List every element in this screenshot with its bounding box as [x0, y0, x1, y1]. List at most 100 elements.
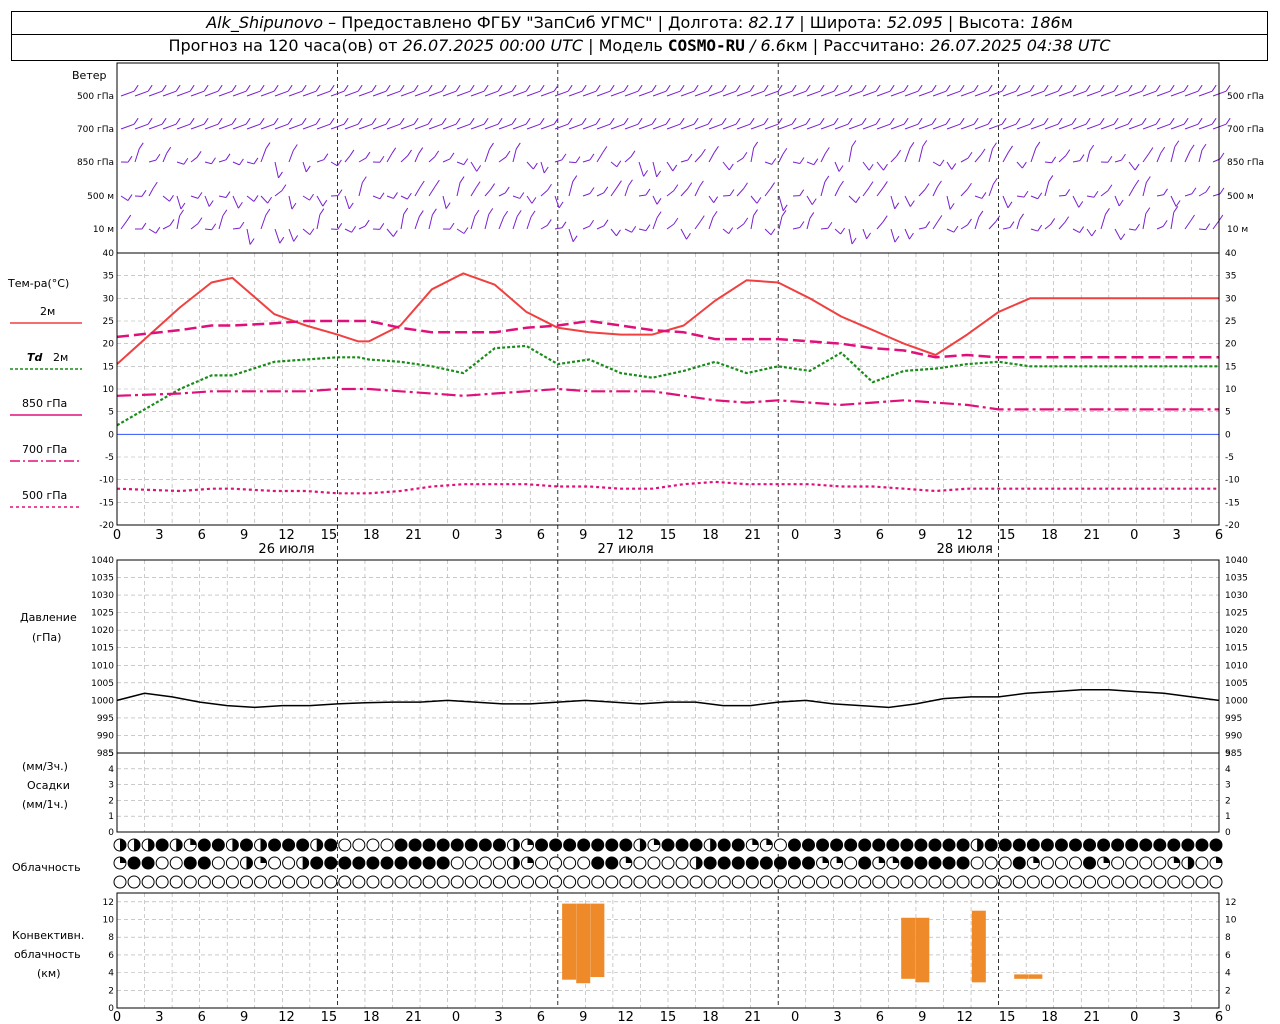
wind-barb — [806, 195, 813, 205]
wind-barb — [820, 153, 826, 163]
x-tick-label-bottom: 15 — [321, 1010, 338, 1024]
cloud-cell — [787, 875, 801, 889]
wind-barb-flag — [931, 84, 937, 92]
wind-barb — [834, 90, 849, 97]
wind-title: Ветер — [72, 69, 106, 82]
press-ytick-left: 1015 — [91, 644, 114, 654]
x-tick-label: 15 — [660, 528, 677, 543]
cloud-cell — [914, 838, 928, 852]
temp-ytick-left: 0 — [108, 430, 114, 440]
cloud-cell — [239, 838, 253, 852]
conv-bar — [562, 903, 577, 980]
wind-barb — [484, 90, 499, 97]
wind-barb-flag — [238, 158, 244, 166]
cloud-cell — [169, 875, 183, 889]
cloud-cell — [998, 875, 1012, 889]
wind-barb — [218, 159, 227, 163]
wind-barb — [806, 218, 811, 230]
wind-barb-flag — [589, 219, 595, 227]
cloud-cell — [197, 838, 211, 852]
cloud-cell — [759, 856, 773, 870]
wind-barb-flag — [1118, 199, 1124, 207]
wind-barb-flag — [1099, 117, 1105, 125]
wind-barb — [652, 161, 658, 177]
wind-barb — [722, 123, 737, 130]
wind-barb — [176, 195, 182, 210]
wind-barb — [834, 186, 840, 197]
wind-barb-flag — [980, 148, 986, 156]
wind-barb-flag — [1015, 117, 1021, 125]
wind-barb-flag — [1225, 84, 1231, 92]
wind-barb — [484, 214, 490, 230]
wind-barb-flag — [483, 84, 489, 92]
wind-barb — [652, 123, 667, 130]
wind-barb-flag — [379, 223, 385, 230]
cloud-quarter — [653, 839, 660, 845]
press-ytick-right: 995 — [1225, 714, 1242, 724]
wind-barb-flag — [819, 84, 825, 92]
cloud-cell — [605, 856, 619, 870]
wind-barb — [302, 161, 307, 173]
wind-barb-flag — [441, 84, 447, 92]
temperature-plot — [116, 272, 1219, 495]
cloud-cell — [183, 875, 197, 889]
press-ytick-right: 1000 — [1225, 696, 1248, 706]
wind-barb-flag — [1089, 144, 1095, 152]
x-tick-label: 21 — [1084, 528, 1101, 543]
wind-barb-flag — [771, 158, 777, 165]
wind-barb-flag — [698, 180, 704, 188]
wind-barb-flag — [1155, 84, 1161, 92]
temp-ytick-left: -10 — [99, 476, 114, 486]
wind-barb-flag — [645, 224, 651, 231]
wind-barb-flag — [322, 199, 328, 207]
wind-barb-flag — [799, 189, 805, 196]
wind-barb-flag — [643, 170, 648, 177]
wind-barb-flag — [813, 158, 819, 165]
cloud-quarter — [1216, 857, 1222, 863]
wind-barb-flag — [152, 181, 158, 189]
cloud-quarter — [766, 839, 773, 845]
x-tick-label-bottom: 3 — [494, 1010, 502, 1024]
press-ytick-left: 1020 — [91, 626, 114, 636]
cloud-cell — [366, 856, 380, 870]
wind-barb-flag — [166, 146, 172, 154]
x-tick-label-bottom: 0 — [791, 1010, 799, 1024]
wind-barb-flag — [1175, 200, 1181, 207]
wind-barb-flag — [1141, 117, 1147, 125]
wind-barb — [1072, 123, 1087, 130]
wind-barb-flag — [1007, 201, 1013, 209]
wind-barb-flag — [743, 217, 749, 225]
wind-barb — [134, 90, 149, 97]
wind-barb — [428, 185, 436, 197]
wind-barb-flag — [973, 84, 979, 92]
conv-ytick-left: 12 — [103, 898, 114, 908]
wind-barb-flag — [572, 235, 578, 242]
wind-barb-flag — [1169, 84, 1175, 92]
wind-barb — [946, 228, 955, 233]
wind-barb — [610, 186, 618, 197]
wind-barb-flag — [418, 147, 424, 154]
wind-barb-flag — [713, 196, 719, 203]
cloud-cell — [1209, 838, 1223, 852]
wind-barb-flag — [1037, 192, 1043, 200]
temp-ytick-right: -5 — [1225, 453, 1234, 463]
wind-barb — [624, 90, 639, 97]
wind-barb-flag — [687, 182, 693, 189]
cloud-cell — [970, 875, 984, 889]
cloud-cell — [1040, 856, 1054, 870]
wind-barb — [358, 90, 373, 97]
wind-barb — [456, 228, 465, 234]
wind-barb-flag — [833, 117, 839, 125]
cloud-cell — [338, 875, 352, 889]
wind-barb-flag — [589, 153, 595, 161]
wind-barb-flag — [463, 227, 469, 234]
wind-barb-flag — [525, 117, 531, 125]
wind-barb-flag — [861, 117, 867, 125]
wind-barb-flag — [959, 84, 965, 92]
wind-barb — [1156, 152, 1162, 163]
wind-barb — [946, 195, 951, 210]
wind-barb — [260, 90, 275, 97]
wind-barb-flag — [799, 221, 805, 228]
wind-barb-flag — [273, 117, 279, 125]
cloud-cell — [675, 875, 689, 889]
